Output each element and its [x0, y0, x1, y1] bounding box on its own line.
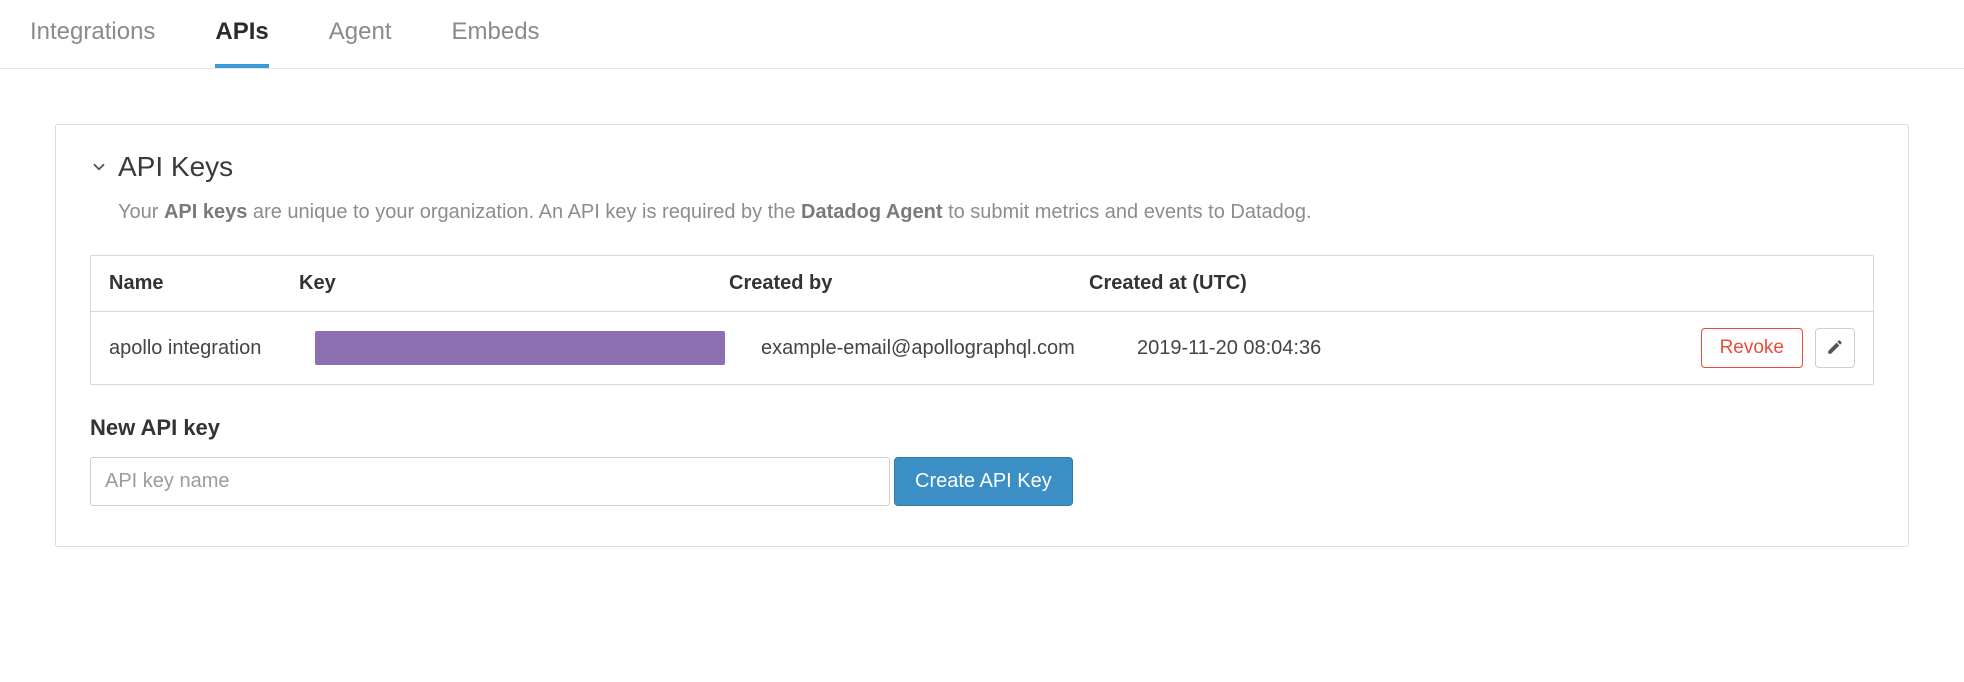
cell-key: [315, 331, 745, 365]
desc-text: are unique to your organization. An API …: [247, 201, 801, 223]
desc-bold-apikeys: API keys: [164, 201, 247, 223]
cell-created-at: 2019-11-20 08:04:36: [1137, 337, 1347, 360]
pencil-icon: [1826, 338, 1844, 359]
desc-text: to submit metrics and events to Datadog.: [943, 201, 1312, 223]
table-row: apollo integration example-email@apollog…: [91, 312, 1873, 384]
panel-description: Your API keys are unique to your organiz…: [118, 197, 1874, 227]
panel-title: API Keys: [118, 151, 233, 183]
revoke-button[interactable]: Revoke: [1701, 328, 1803, 368]
cell-actions: Revoke: [1363, 328, 1855, 368]
edit-button[interactable]: [1815, 328, 1855, 368]
tab-integrations[interactable]: Integrations: [30, 0, 155, 68]
desc-text: Your: [118, 201, 164, 223]
new-api-key-label: New API key: [90, 415, 1874, 441]
col-header-key: Key: [299, 272, 729, 295]
desc-bold-agent: Datadog Agent: [801, 201, 942, 223]
api-keys-panel: API Keys Your API keys are unique to you…: [55, 124, 1909, 547]
col-header-created-at: Created at (UTC): [1089, 272, 1299, 295]
api-key-masked[interactable]: [315, 331, 725, 365]
panel-header[interactable]: API Keys: [90, 151, 1874, 183]
tab-embeds[interactable]: Embeds: [452, 0, 540, 68]
cell-created-by: example-email@apollographql.com: [761, 337, 1121, 360]
new-api-key-row: Create API Key: [90, 457, 1874, 506]
create-api-key-button[interactable]: Create API Key: [894, 457, 1073, 506]
api-key-name-input[interactable]: [90, 457, 890, 506]
tabs-bar: Integrations APIs Agent Embeds: [0, 0, 1964, 69]
col-header-created-by: Created by: [729, 272, 1089, 295]
chevron-down-icon: [90, 158, 108, 176]
cell-name: apollo integration: [109, 337, 299, 360]
api-keys-table: Name Key Created by Created at (UTC) apo…: [90, 255, 1874, 385]
tab-apis[interactable]: APIs: [215, 0, 268, 68]
table-header: Name Key Created by Created at (UTC): [91, 256, 1873, 312]
tab-agent[interactable]: Agent: [329, 0, 392, 68]
col-header-name: Name: [109, 272, 299, 295]
